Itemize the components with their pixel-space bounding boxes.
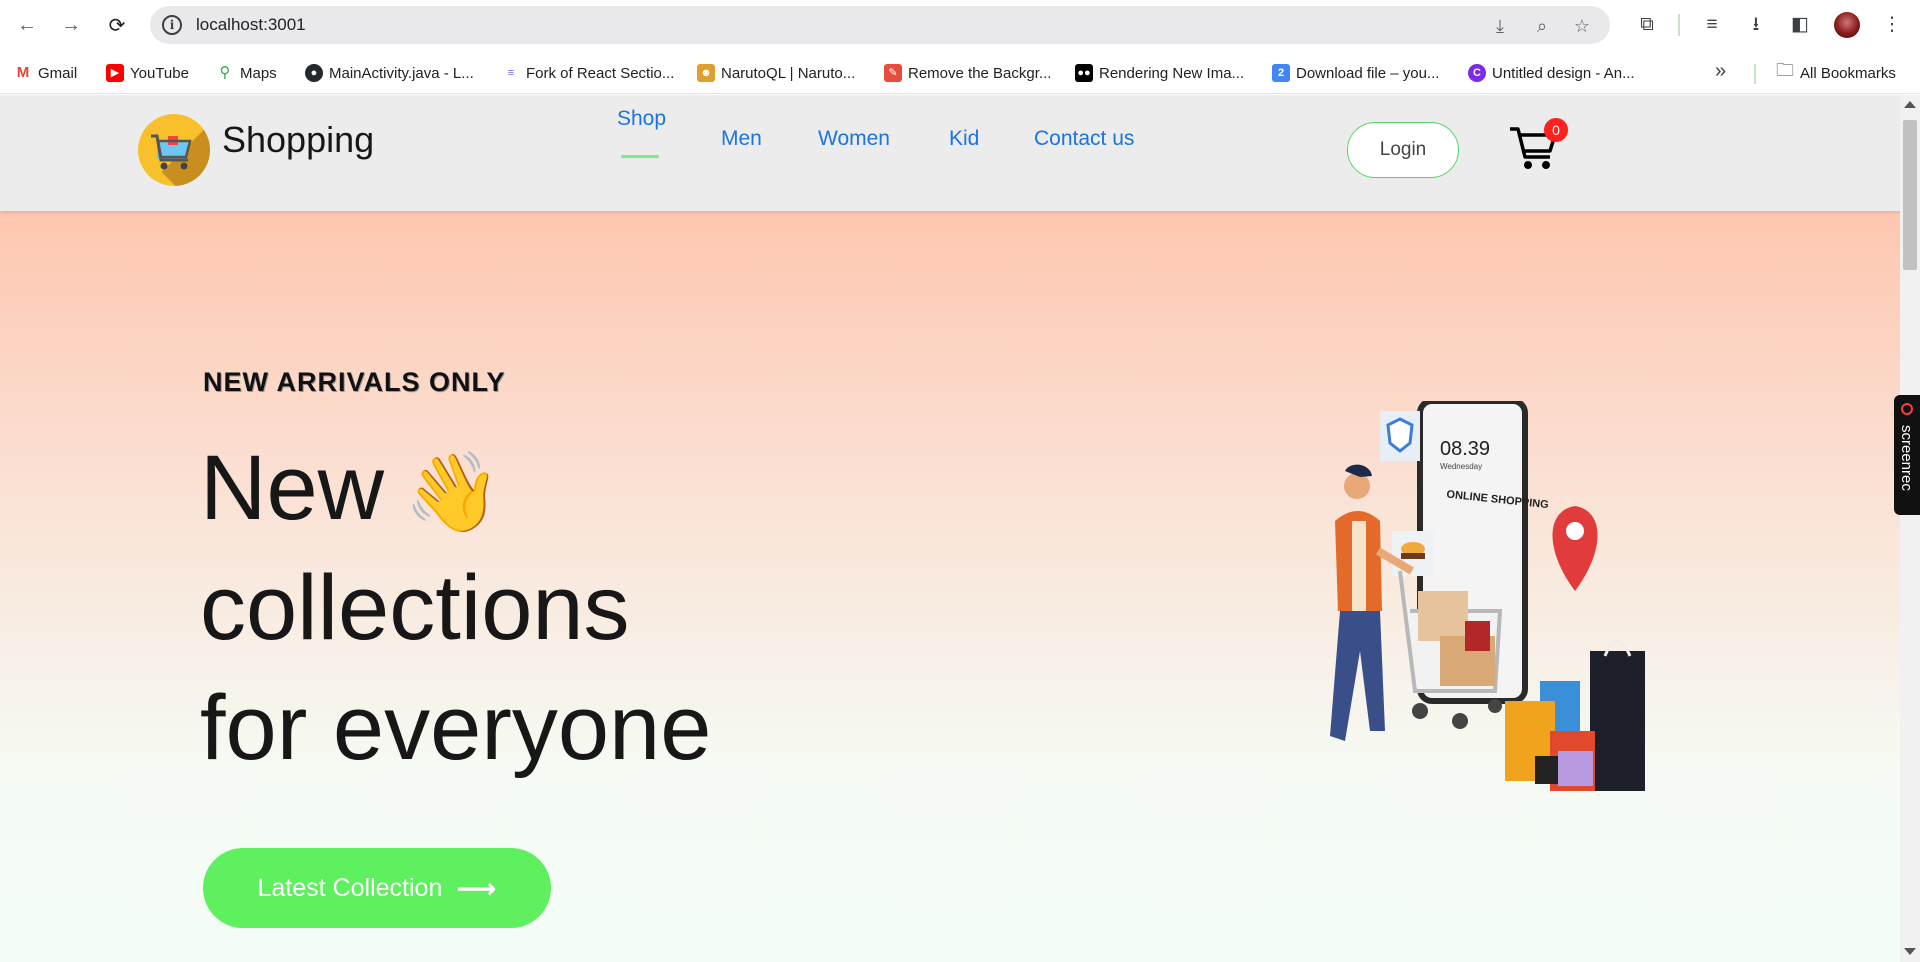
scroll-up-icon[interactable] (1904, 101, 1916, 108)
screenrec-widget[interactable]: screenrec (1894, 395, 1920, 515)
install-app-icon[interactable]: ⤓ (1489, 15, 1511, 37)
bookmarks-divider (1754, 64, 1756, 84)
browser-toolbar: ← → ⟳ i localhost:3001 ⤓ ⌕ ☆ ⧉ ≡ ⭳ ◧ ⋮ (0, 0, 1920, 50)
nav-contact-us[interactable]: Contact us (1034, 127, 1134, 151)
github-icon: ● (305, 64, 323, 82)
nav-men[interactable]: Men (721, 127, 762, 151)
back-button[interactable]: ← (14, 12, 40, 38)
nav-kid[interactable]: Kid (949, 127, 979, 151)
fork-icon: ≡ (502, 64, 520, 82)
waving-hand-icon: 👋 (404, 448, 502, 536)
illustration-time: 08.39 (1440, 438, 1490, 460)
toolbar-divider (1678, 14, 1680, 36)
arrow-right-icon: ⟶ (456, 872, 497, 904)
canva-icon: C (1468, 64, 1486, 82)
hero-kicker: NEW ARRIVALS ONLY (203, 367, 506, 397)
bookmark-github[interactable]: ● MainActivity.java - L... (305, 62, 474, 84)
bookmark-canva[interactable]: C Untitled design - An... (1468, 62, 1635, 84)
maps-icon: ⚲ (216, 64, 234, 82)
page-viewport: Shopping Shop Men Women Kid Contact us L… (0, 95, 1900, 962)
bookmark-remove-bg[interactable]: ✎ Remove the Backgr... (884, 62, 1051, 84)
more-bookmarks-icon[interactable]: » (1715, 60, 1726, 83)
downloads-icon[interactable]: ⭳ (1743, 12, 1769, 38)
bookmark-react-fork[interactable]: ≡ Fork of React Sectio... (502, 62, 674, 84)
record-icon (1901, 403, 1913, 415)
folder-icon: 🗀 (1776, 60, 1794, 80)
hero-section: NEW ARRIVALS ONLY New 👋 collections for e… (0, 211, 1900, 962)
side-panel-icon[interactable]: ◧ (1787, 12, 1813, 38)
wrench-icon: ✎ (884, 64, 902, 82)
profile-avatar[interactable] (1834, 12, 1860, 38)
nav-shop[interactable]: Shop (617, 107, 666, 131)
bookmark-gmail[interactable]: M Gmail (14, 62, 77, 84)
hero-headline-line2: collections (200, 557, 630, 659)
online-shopping-illustration: 08.39 Wednesday ONLINE SHOPPING (1330, 401, 1645, 791)
active-nav-indicator (621, 155, 659, 158)
menu-kebab-icon[interactable]: ⋮ (1879, 12, 1905, 38)
latest-collection-button[interactable]: Latest Collection ⟶ (203, 848, 551, 928)
login-button[interactable]: Login (1347, 122, 1459, 178)
bookmark-youtube[interactable]: ▶ YouTube (106, 62, 189, 84)
bookmark-narutoql[interactable]: ☻ NarutoQL | Naruto... (697, 62, 855, 84)
medium-icon: ●● (1075, 64, 1093, 82)
illustration-day: Wednesday (1440, 462, 1482, 471)
extensions-icon[interactable]: ⧉ (1634, 12, 1660, 38)
gmail-icon: M (14, 64, 32, 82)
shopping-cart-logo-icon[interactable] (138, 114, 210, 186)
site-navbar: Shopping Shop Men Women Kid Contact us L… (0, 95, 1900, 211)
bookmark-rendering[interactable]: ●● Rendering New Ima... (1075, 62, 1244, 84)
youtube-icon: ▶ (106, 64, 124, 82)
forward-button[interactable]: → (58, 12, 84, 38)
download-file-icon: 2 (1272, 64, 1290, 82)
site-info-icon[interactable]: i (162, 15, 182, 35)
bookmark-star-icon[interactable]: ☆ (1571, 15, 1593, 37)
reload-button[interactable]: ⟳ (104, 12, 130, 38)
cart-count-badge: 0 (1544, 118, 1568, 142)
naruto-icon: ☻ (697, 64, 715, 82)
scroll-down-icon[interactable] (1904, 948, 1916, 955)
address-bar[interactable]: i localhost:3001 ⤓ ⌕ ☆ (150, 6, 1610, 44)
hero-headline-line1: New 👋 (200, 437, 502, 539)
all-bookmarks[interactable]: 🗀 All Bookmarks (1776, 60, 1896, 84)
media-controls-icon[interactable]: ≡ (1699, 12, 1725, 38)
bookmark-download-file[interactable]: 2 Download file – you... (1272, 62, 1439, 84)
bookmark-maps[interactable]: ⚲ Maps (216, 62, 277, 84)
bookmarks-bar: M Gmail ▶ YouTube ⚲ Maps ● MainActivity.java… (0, 50, 1920, 94)
page-scrollbar[interactable] (1900, 95, 1920, 962)
hero-headline-line3: for everyone (200, 677, 712, 779)
nav-women[interactable]: Women (818, 127, 890, 151)
brand-name: Shopping (222, 119, 375, 160)
url-text[interactable]: localhost:3001 (196, 15, 306, 35)
scroll-thumb[interactable] (1903, 120, 1917, 270)
zoom-icon[interactable]: ⌕ (1531, 15, 1553, 37)
